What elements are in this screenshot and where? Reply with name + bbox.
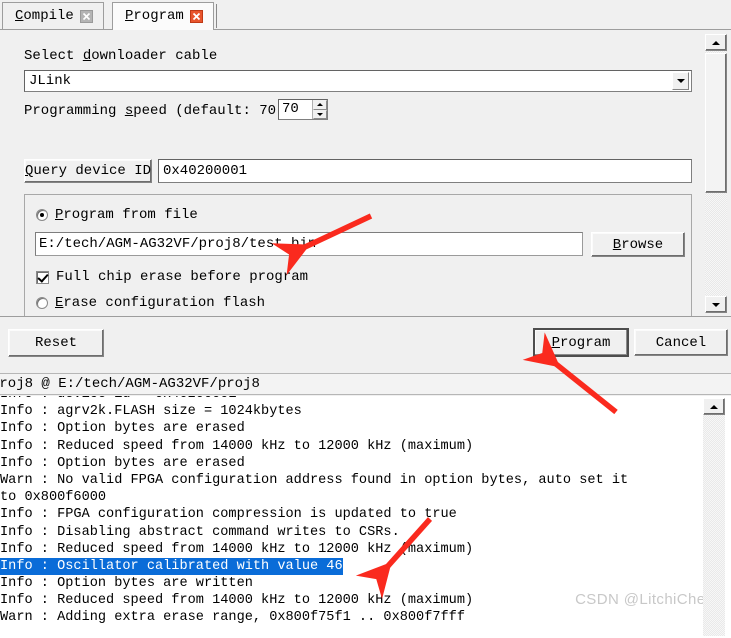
cancel-label: Cancel xyxy=(655,334,707,351)
reset-button[interactable]: Reset xyxy=(8,329,104,357)
log-line[interactable]: Warn : No valid FPGA configuration addre… xyxy=(0,472,706,489)
cancel-button[interactable]: Cancel xyxy=(634,329,728,356)
log-output-panel: Info : device id = 0x40200001 Info : agrv… xyxy=(0,396,731,638)
log-line-text: Info : device id = 0x40200001 xyxy=(0,396,237,402)
scrollbar-thumb[interactable] xyxy=(705,53,727,193)
downloader-cable-label: Select downloader cable xyxy=(24,48,218,64)
program-from-file-label: Program from file xyxy=(55,207,198,223)
log-line[interactable]: Info : Reduced speed from 14000 kHz to 1… xyxy=(0,438,706,455)
log-line[interactable]: Info : Reduced speed from 14000 kHz to 1… xyxy=(0,541,706,558)
log-line-text: Warn : Adding extra erase range, 0x800f7… xyxy=(0,610,465,626)
log-line-text: Warn : No valid FPGA configuration addre… xyxy=(0,472,629,488)
log-line[interactable]: Info : Option bytes are erased xyxy=(0,420,706,437)
programming-speed-stepper[interactable]: 70 xyxy=(278,99,328,120)
log-line[interactable]: Info : agrv2k.FLASH size = 1024kbytes xyxy=(0,403,706,420)
close-icon[interactable] xyxy=(189,9,203,23)
tab-compile-label: Compile xyxy=(15,8,74,24)
form-scroll-viewport: Select downloader cable JLink Programmin… xyxy=(0,30,700,316)
log-line[interactable]: Info : device id = 0x40200001 xyxy=(0,396,706,403)
program-dialog-window: Compile Program Select downloader cable … xyxy=(0,0,731,638)
log-line-list: Info : device id = 0x40200001 Info : agrv… xyxy=(0,396,706,627)
log-line-text: Info : Reduced speed from 14000 kHz to 1… xyxy=(0,541,474,557)
log-scroll-viewport: Info : device id = 0x40200001 Info : agrv… xyxy=(0,396,706,638)
log-vertical-scrollbar[interactable] xyxy=(703,398,725,636)
downloader-cable-select[interactable]: JLink xyxy=(24,70,692,92)
tab-compile[interactable]: Compile xyxy=(2,2,104,29)
program-label: Program xyxy=(551,334,611,351)
log-line-text: Info : Option bytes are written xyxy=(0,576,253,592)
log-line-text: Info : agrv2k.FLASH size = 1024kbytes xyxy=(0,404,302,420)
tab-program[interactable]: Program xyxy=(112,2,214,30)
erase-configuration-flash-label: Erase configuration flash xyxy=(55,295,266,311)
log-line[interactable]: Info : FPGA configuration compression is… xyxy=(0,506,706,523)
browse-label: Browse xyxy=(612,236,664,253)
triangle-down-icon[interactable] xyxy=(705,296,727,313)
full-chip-erase-checkbox[interactable]: Full chip erase before program xyxy=(36,269,308,285)
log-line-text: Info : Reduced speed from 14000 kHz to 1… xyxy=(0,438,474,454)
tab-program-label: Program xyxy=(125,8,184,24)
log-line-text: Info : Option bytes are erased xyxy=(0,421,245,437)
tab-bar-divider xyxy=(216,4,217,28)
log-line-text: Info : Disabling abstract command writes… xyxy=(0,524,400,540)
erase-configuration-flash-radio[interactable]: Erase configuration flash xyxy=(36,295,265,311)
log-line[interactable]: Info : Oscillator calibrated with value … xyxy=(0,557,706,576)
log-line-text: Info : Option bytes are erased xyxy=(0,455,245,471)
program-button[interactable]: Program xyxy=(533,328,629,357)
programming-speed-label: Programming speed (default: 70) xyxy=(24,103,285,119)
oscillator-calibrated-log-line: Info : Oscillator calibrated with value … xyxy=(0,557,343,576)
log-line-text: Info : FPGA configuration compression is… xyxy=(0,507,457,523)
radio-indicator xyxy=(36,209,48,221)
browse-button[interactable]: Browse xyxy=(591,232,685,257)
program-file-path-input[interactable]: E:/tech/AGM-AG32VF/proj8/test.bin xyxy=(35,232,583,256)
tab-bar: Compile Program xyxy=(0,0,731,30)
form-vertical-scrollbar[interactable] xyxy=(705,34,727,313)
log-line[interactable]: Info : Option bytes are erased xyxy=(0,455,706,472)
program-from-file-radio[interactable]: Program from file xyxy=(36,207,198,223)
triangle-up-icon[interactable] xyxy=(703,398,725,415)
log-line-text: Info : Reduced speed from 14000 kHz to 1… xyxy=(0,593,474,609)
query-device-id-button[interactable]: Query device ID xyxy=(24,159,152,183)
log-line[interactable]: Info : Option bytes are written xyxy=(0,575,706,592)
programming-speed-value: 70 xyxy=(282,101,299,117)
triangle-up-icon[interactable] xyxy=(313,100,327,110)
program-form-panel: Select downloader cable JLink Programmin… xyxy=(0,30,731,317)
scrollbar-track[interactable] xyxy=(703,398,725,636)
chevron-down-icon[interactable] xyxy=(672,72,689,90)
query-device-id-label: Query device ID xyxy=(24,163,152,179)
log-line-text: to 0x800f6000 xyxy=(0,490,107,506)
triangle-down-icon[interactable] xyxy=(313,109,327,119)
full-chip-erase-label: Full chip erase before program xyxy=(56,269,309,285)
reset-label: Reset xyxy=(34,335,77,351)
checkbox-indicator xyxy=(36,270,49,284)
close-icon[interactable] xyxy=(79,9,93,23)
project-path-text: proj8 @ E:/tech/AGM-AG32VF/proj8 xyxy=(0,376,260,392)
log-line[interactable]: to 0x800f6000 xyxy=(0,489,706,506)
log-line[interactable]: Warn : Adding extra erase range, 0x800f7… xyxy=(0,609,706,626)
downloader-cable-value: JLink xyxy=(29,73,72,89)
log-line[interactable]: Info : Reduced speed from 14000 kHz to 1… xyxy=(0,592,706,609)
project-path-bar: proj8 @ E:/tech/AGM-AG32VF/proj8 xyxy=(0,373,731,395)
dialog-button-bar: Reset Program Cancel xyxy=(0,318,731,373)
log-line[interactable]: Info : Disabling abstract command writes… xyxy=(0,524,706,541)
device-id-field[interactable]: 0x40200001 xyxy=(158,159,692,183)
radio-indicator xyxy=(36,297,48,309)
stepper-arrows[interactable] xyxy=(312,100,327,119)
triangle-up-icon[interactable] xyxy=(705,34,727,51)
